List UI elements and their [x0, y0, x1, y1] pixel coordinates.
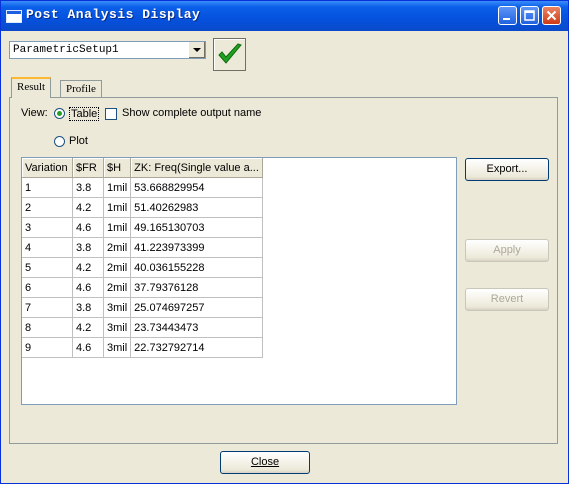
post-analysis-window: Post Analysis Display ParametricSetup1 R… — [0, 0, 569, 484]
maximize-button[interactable] — [520, 6, 539, 25]
tab-result[interactable]: Result — [11, 77, 52, 98]
setup-dropdown-value: ParametricSetup1 — [13, 44, 119, 56]
show-complete-checkbox[interactable] — [105, 108, 117, 120]
table-cell: 4.6 — [72, 217, 104, 238]
table-cell: 1mil — [103, 197, 132, 218]
table-row[interactable]: 3 4.6 1mil 49.165130703 — [22, 217, 263, 238]
revert-button[interactable]: Revert — [465, 288, 549, 311]
table-row[interactable]: 4 3.8 2mil 41.223973399 — [22, 237, 263, 258]
table-cell: 3mil — [103, 297, 132, 318]
table-row[interactable]: 1 3.8 1mil 53.668829954 — [22, 177, 263, 198]
table-cell: 53.668829954 — [130, 177, 263, 198]
view-label: View: — [21, 107, 48, 119]
table-cell: 3 — [22, 217, 73, 238]
table-cell: 3mil — [103, 317, 132, 338]
table-cell: 40.036155228 — [130, 257, 263, 278]
plot-radio-label[interactable]: Plot — [69, 135, 88, 147]
table-cell: 4.2 — [72, 317, 104, 338]
column-header[interactable]: ZK: Freq(Single value a... — [130, 158, 263, 178]
column-header[interactable]: $H — [103, 158, 132, 178]
table-cell: 23.73443473 — [130, 317, 263, 338]
table-cell: 7 — [22, 297, 73, 318]
plot-radio[interactable] — [54, 136, 65, 147]
chevron-down-icon[interactable] — [188, 42, 205, 58]
window-icon — [6, 10, 22, 23]
apply-setup-button[interactable] — [213, 38, 246, 71]
table-cell: 3.8 — [72, 237, 104, 258]
table-cell: 2mil — [103, 237, 132, 258]
table-cell: 9 — [22, 337, 73, 358]
table-cell: 3.8 — [72, 177, 104, 198]
setup-dropdown[interactable]: ParametricSetup1 — [9, 41, 206, 59]
table-cell: 1mil — [103, 177, 132, 198]
apply-button[interactable]: Apply — [465, 239, 549, 262]
column-header[interactable]: $FR — [72, 158, 104, 178]
table-cell: 4.2 — [72, 257, 104, 278]
table-cell: 4.6 — [72, 277, 104, 298]
maximize-icon — [524, 10, 535, 21]
table-cell: 2mil — [103, 277, 132, 298]
table-cell: 8 — [22, 317, 73, 338]
table-header-row: Variation $FR $H ZK: Freq(Single value a… — [22, 158, 263, 178]
table-cell: 6 — [22, 277, 73, 298]
table-cell: 1 — [22, 177, 73, 198]
table-cell: 22.732792714 — [130, 337, 263, 358]
minimize-button[interactable] — [498, 6, 517, 25]
table-cell: 2mil — [103, 257, 132, 278]
table-cell: 3mil — [103, 337, 132, 358]
table-row[interactable]: 6 4.6 2mil 37.79376128 — [22, 277, 263, 298]
table-cell: 49.165130703 — [130, 217, 263, 238]
table-row[interactable]: 5 4.2 2mil 40.036155228 — [22, 257, 263, 278]
table-row[interactable]: 2 4.2 1mil 51.40262983 — [22, 197, 263, 218]
close-icon — [546, 10, 557, 21]
table-row[interactable]: 9 4.6 3mil 22.732792714 — [22, 337, 263, 358]
export-button[interactable]: Export... — [465, 158, 549, 181]
table-cell: 37.79376128 — [130, 277, 263, 298]
table-cell: 51.40262983 — [130, 197, 263, 218]
minimize-icon — [503, 18, 510, 20]
results-table[interactable]: Variation $FR $H ZK: Freq(Single value a… — [21, 157, 457, 405]
table-row[interactable]: 8 4.2 3mil 23.73443473 — [22, 317, 263, 338]
table-cell: 4.6 — [72, 337, 104, 358]
show-complete-label[interactable]: Show complete output name — [122, 107, 261, 119]
column-header[interactable]: Variation — [22, 158, 73, 178]
close-window-button[interactable] — [542, 6, 561, 25]
table-radio-label[interactable]: Table — [69, 107, 100, 121]
table-cell: 41.223973399 — [130, 237, 263, 258]
table-cell: 4.2 — [72, 197, 104, 218]
table-cell: 5 — [22, 257, 73, 278]
close-button-label: Close — [250, 456, 280, 468]
table-cell: 3.8 — [72, 297, 104, 318]
tab-profile[interactable]: Profile — [60, 80, 102, 98]
table-cell: 1mil — [103, 217, 132, 238]
table-radio[interactable] — [54, 108, 65, 119]
checkmark-icon — [218, 43, 242, 64]
title-bar[interactable]: Post Analysis Display — [1, 1, 568, 31]
close-button[interactable]: Close — [220, 451, 310, 474]
table-row[interactable]: 7 3.8 3mil 25.074697257 — [22, 297, 263, 318]
window-title: Post Analysis Display — [26, 7, 201, 22]
table-cell: 25.074697257 — [130, 297, 263, 318]
table-cell: 2 — [22, 197, 73, 218]
table-cell: 4 — [22, 237, 73, 258]
